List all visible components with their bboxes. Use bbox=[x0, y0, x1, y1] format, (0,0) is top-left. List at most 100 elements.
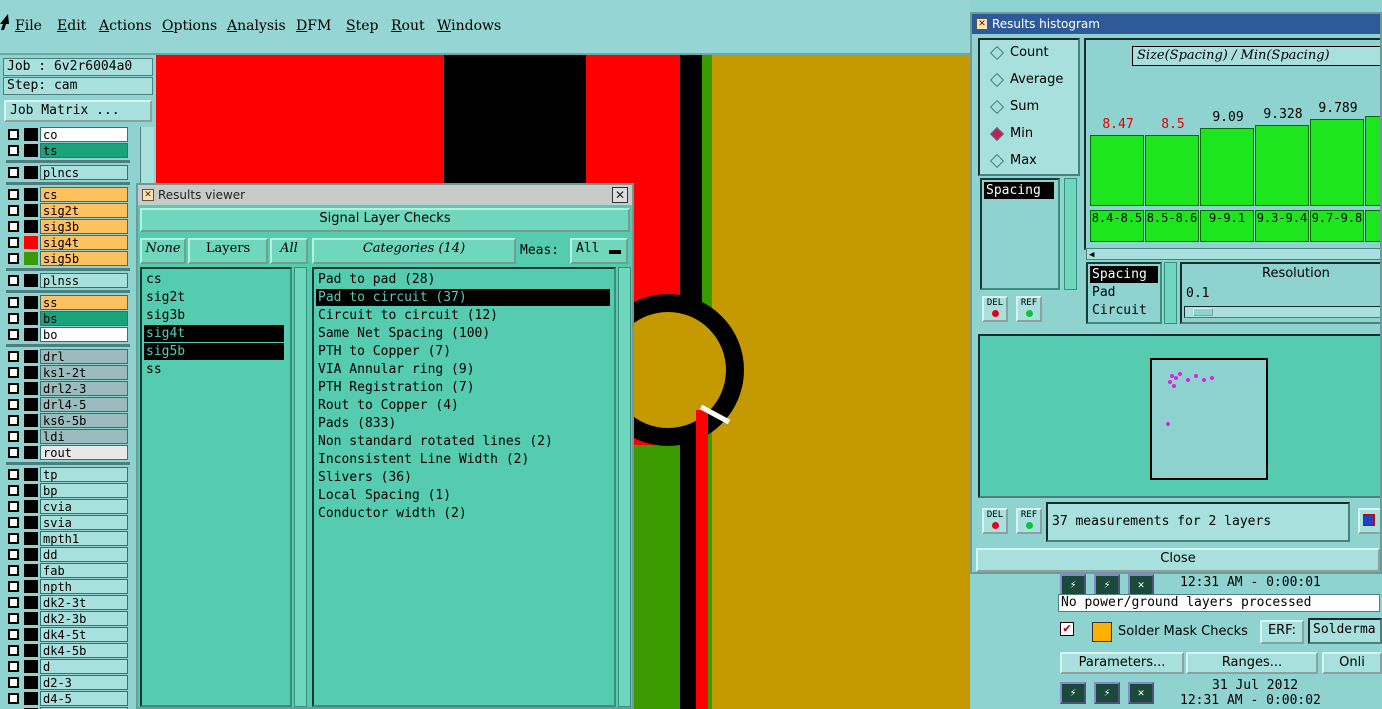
layer-checkbox[interactable] bbox=[8, 645, 19, 656]
layer-list-item[interactable]: sig5b bbox=[144, 343, 284, 360]
layer-checkbox[interactable] bbox=[8, 415, 19, 426]
field-list-item[interactable]: Circuit bbox=[1090, 302, 1158, 319]
layer-checkbox[interactable] bbox=[8, 129, 19, 140]
category-list-item[interactable]: Non standard rotated lines (2) bbox=[316, 433, 610, 450]
layers-scrollbar[interactable] bbox=[294, 267, 307, 707]
layer-row[interactable]: mpth1 bbox=[4, 531, 128, 546]
ref-button[interactable]: REF bbox=[1016, 296, 1042, 322]
category-list-item[interactable]: PTH to Copper (7) bbox=[316, 343, 610, 360]
layer-checkbox[interactable] bbox=[8, 237, 19, 248]
category-list-item[interactable]: Local Spacing (1) bbox=[316, 487, 610, 504]
menu-analysis[interactable]: Analysis bbox=[227, 18, 286, 34]
layer-row[interactable]: bp bbox=[4, 483, 128, 498]
layer-checkbox[interactable] bbox=[8, 189, 19, 200]
layer-checkbox[interactable] bbox=[8, 677, 19, 688]
layer-row[interactable]: ss bbox=[4, 295, 128, 310]
scroll-left-icon[interactable]: ◀ bbox=[1089, 250, 1094, 260]
layer-checkbox[interactable] bbox=[8, 431, 19, 442]
layer-checkbox[interactable] bbox=[8, 447, 19, 458]
run-icon[interactable]: ⚡ bbox=[1060, 682, 1086, 704]
menu-options[interactable]: Options bbox=[162, 18, 217, 34]
layer-checkbox[interactable] bbox=[8, 351, 19, 362]
slider-thumb[interactable] bbox=[1193, 308, 1213, 316]
layer-checkbox[interactable] bbox=[8, 167, 19, 178]
layer-color-swatch[interactable] bbox=[24, 166, 38, 179]
menu-dfm[interactable]: DFM bbox=[296, 18, 331, 34]
layer-checkbox[interactable] bbox=[8, 549, 19, 560]
category-list-item[interactable]: Inconsistent Line Width (2) bbox=[316, 451, 610, 468]
layer-row[interactable]: drl2-3 bbox=[4, 381, 128, 396]
layer-checkbox[interactable] bbox=[8, 469, 19, 480]
histogram-bar[interactable] bbox=[1145, 135, 1199, 206]
layer-color-swatch[interactable] bbox=[24, 252, 38, 265]
category-list-item[interactable]: Slivers (36) bbox=[316, 469, 610, 486]
layer-row[interactable]: d bbox=[4, 659, 128, 674]
layer-color-swatch[interactable] bbox=[24, 500, 38, 513]
layer-checkbox[interactable] bbox=[8, 221, 19, 232]
category-list-item[interactable]: Pads (833) bbox=[316, 415, 610, 432]
categories-scrollbar[interactable] bbox=[618, 267, 631, 707]
mode-radio[interactable]: Count bbox=[988, 44, 1049, 62]
layer-row[interactable]: dk4-5b bbox=[4, 643, 128, 658]
layer-checkbox[interactable] bbox=[8, 517, 19, 528]
layer-row[interactable]: bo bbox=[4, 327, 128, 342]
layer-row[interactable]: ks6-5b bbox=[4, 413, 128, 428]
layer-color-swatch[interactable] bbox=[24, 548, 38, 561]
layer-row[interactable]: drl bbox=[4, 349, 128, 364]
parameters-button[interactable]: Parameters... bbox=[1060, 652, 1184, 674]
layer-row[interactable]: cs bbox=[4, 187, 128, 202]
all-button[interactable]: All bbox=[270, 238, 308, 264]
layer-list-item[interactable]: sig2t bbox=[144, 289, 284, 306]
layer-checkbox[interactable] bbox=[8, 205, 19, 216]
category-list-item[interactable]: PTH Registration (7) bbox=[316, 379, 610, 396]
category-list-item[interactable]: Pad to pad (28) bbox=[316, 271, 610, 288]
layer-checkbox[interactable] bbox=[8, 383, 19, 394]
category-list-item[interactable]: VIA Annular ring (9) bbox=[316, 361, 610, 378]
layer-color-swatch[interactable] bbox=[24, 468, 38, 481]
layer-row[interactable]: sig5b bbox=[4, 251, 128, 266]
close-button[interactable]: Close bbox=[976, 548, 1380, 572]
layer-color-swatch[interactable] bbox=[24, 188, 38, 201]
layer-row[interactable]: dd bbox=[4, 547, 128, 562]
layer-color-swatch[interactable] bbox=[24, 484, 38, 497]
field-list-item[interactable]: Spacing bbox=[1090, 266, 1158, 283]
layer-checkbox[interactable] bbox=[8, 581, 19, 592]
measure-scrollbar[interactable] bbox=[1064, 178, 1077, 290]
menu-step[interactable]: Step bbox=[346, 18, 378, 34]
field-list-item[interactable]: Pad bbox=[1090, 284, 1158, 301]
layer-color-swatch[interactable] bbox=[24, 366, 38, 379]
layers-list[interactable]: cs sig2t sig3b sig4t sig5b ss bbox=[140, 267, 292, 707]
menu-windows[interactable]: Windows bbox=[437, 18, 501, 34]
layer-checkbox[interactable] bbox=[8, 399, 19, 410]
close-icon[interactable]: ✕ bbox=[612, 187, 628, 203]
layer-row[interactable]: dk4-5t bbox=[4, 627, 128, 642]
category-list-item[interactable]: Rout to Copper (4) bbox=[316, 397, 610, 414]
layer-color-swatch[interactable] bbox=[24, 430, 38, 443]
ranges-button[interactable]: Ranges... bbox=[1186, 652, 1318, 674]
measure-list[interactable]: Spacing bbox=[980, 178, 1060, 290]
layer-checkbox[interactable] bbox=[8, 329, 19, 340]
layer-color-swatch[interactable] bbox=[24, 328, 38, 341]
layer-checkbox[interactable] bbox=[8, 661, 19, 672]
layer-checkbox[interactable] bbox=[8, 485, 19, 496]
menu-file[interactable]: File bbox=[15, 18, 42, 34]
layer-color-swatch[interactable] bbox=[24, 516, 38, 529]
menu-edit[interactable]: Edit bbox=[57, 18, 86, 34]
layer-row[interactable]: sig3b bbox=[4, 219, 128, 234]
layer-color-swatch[interactable] bbox=[24, 204, 38, 217]
menu-actions[interactable]: Actions bbox=[99, 18, 152, 34]
layer-checkbox[interactable] bbox=[8, 367, 19, 378]
layer-color-swatch[interactable] bbox=[24, 312, 38, 325]
layer-checkbox[interactable] bbox=[8, 297, 19, 308]
layer-row[interactable]: dk2-3t bbox=[4, 595, 128, 610]
layer-color-swatch[interactable] bbox=[24, 236, 38, 249]
layer-color-swatch[interactable] bbox=[24, 692, 38, 705]
layer-row[interactable]: dk2-3b bbox=[4, 611, 128, 626]
layer-checkbox[interactable] bbox=[8, 613, 19, 624]
run-icon[interactable]: ⚡ bbox=[1060, 574, 1086, 596]
layer-row[interactable]: ts bbox=[4, 143, 128, 158]
layer-row[interactable]: plncs bbox=[4, 165, 128, 180]
layer-checkbox[interactable] bbox=[8, 145, 19, 156]
layer-list-item[interactable]: sig3b bbox=[144, 307, 284, 324]
map-ref-button[interactable]: REF bbox=[1016, 508, 1042, 534]
